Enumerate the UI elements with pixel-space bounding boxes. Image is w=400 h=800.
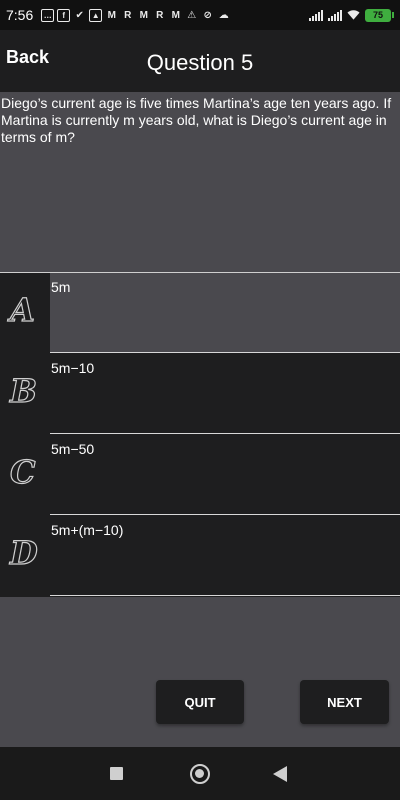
chat-icon: …: [41, 8, 55, 22]
notification-icons: … f ✔ ▲ M R M R M ⚠ ⊘ ☁: [41, 8, 230, 22]
r-icon: R: [156, 9, 164, 21]
answer-letter: B: [9, 371, 38, 410]
question-text: Diego’s current age is five times Martin…: [1, 95, 392, 145]
answer-box[interactable]: 5m−10: [50, 354, 400, 434]
status-time: 7:56: [6, 7, 34, 23]
answer-text: 5m−50: [51, 441, 95, 457]
back-icon[interactable]: [273, 766, 287, 782]
blocked-icon: ⊘: [203, 9, 212, 21]
signal-icon: [309, 9, 323, 21]
signal-icon: [328, 9, 342, 21]
gmail-icon: M: [107, 9, 116, 21]
answer-option-a[interactable]: A 5m: [0, 273, 400, 354]
check-icon: ✔: [75, 9, 84, 21]
answer-text: 5m: [51, 279, 71, 295]
page-title: Question 5: [146, 50, 254, 75]
r-icon: R: [124, 9, 132, 21]
answer-text: 5m−10: [51, 360, 95, 376]
answer-letter: A: [9, 290, 35, 329]
system-icons: 75: [309, 8, 394, 22]
cloud-icon: ☁: [218, 9, 229, 21]
answer-text: 5m+(m−10): [51, 522, 124, 538]
answer-letter: D: [9, 533, 38, 572]
answer-box[interactable]: 5m+(m−10): [50, 516, 400, 596]
battery-level: 75: [365, 8, 391, 22]
next-button[interactable]: NEXT: [300, 680, 389, 724]
header: Back Question 5: [0, 30, 400, 92]
quit-button[interactable]: QUIT: [156, 680, 244, 724]
battery-icon: 75: [365, 8, 394, 22]
question-area: Diego’s current age is five times Martin…: [0, 92, 400, 273]
status-bar: 7:56 … f ✔ ▲ M R M R M ⚠ ⊘ ☁ 75: [0, 0, 400, 30]
answer-option-c[interactable]: C 5m−50: [0, 435, 400, 516]
gmail-icon: M: [139, 9, 148, 21]
wifi-icon: [347, 9, 360, 22]
answer-box[interactable]: 5m−50: [50, 435, 400, 515]
answer-box[interactable]: 5m: [50, 273, 400, 353]
recent-apps-icon[interactable]: [110, 767, 123, 780]
home-icon[interactable]: [190, 764, 210, 784]
answer-list: A 5m B 5m−10 C 5m−50 D 5m+(m−10): [0, 273, 400, 597]
navigation-bar: [0, 747, 400, 800]
facebook-icon: f: [57, 8, 71, 22]
answer-option-b[interactable]: B 5m−10: [0, 354, 400, 435]
gmail-icon: M: [171, 9, 180, 21]
gallery-icon: ▲: [89, 8, 103, 22]
answer-letter: C: [9, 452, 36, 491]
answer-option-d[interactable]: D 5m+(m−10): [0, 516, 400, 597]
warning-icon: ⚠: [187, 9, 197, 21]
